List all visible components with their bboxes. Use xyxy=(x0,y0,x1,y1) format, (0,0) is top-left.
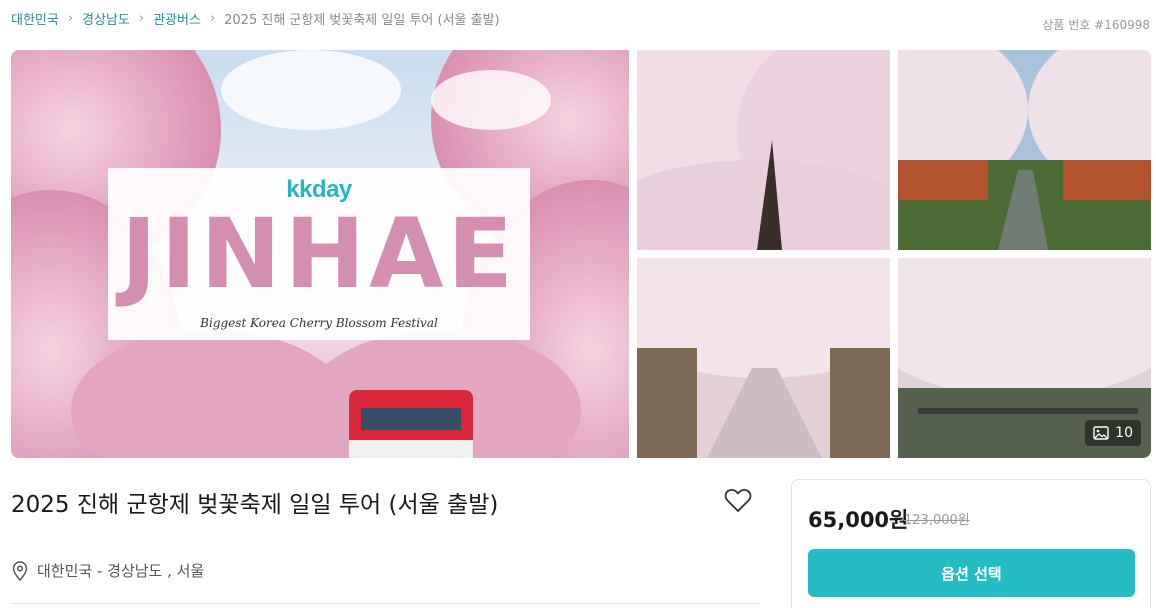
select-option-button[interactable]: 옵션 선택 xyxy=(808,549,1135,597)
divider xyxy=(11,603,761,604)
main-photo[interactable]: kkday JINHAE Biggest Korea Cherry Blosso… xyxy=(11,50,629,458)
original-price: 123,000원 xyxy=(904,513,970,528)
gallery-thumbnail[interactable]: 10 xyxy=(898,258,1151,458)
image-icon xyxy=(1093,426,1109,440)
gallery-thumbnail[interactable] xyxy=(898,50,1151,250)
location-label: 대한민국 - 경상남도 , 서울 xyxy=(37,562,205,580)
promo-card: kkday JINHAE Biggest Korea Cherry Blosso… xyxy=(108,168,530,340)
breadcrumb-korea[interactable]: 대한민국 xyxy=(11,9,59,28)
sale-price: 65,000원 xyxy=(808,508,909,532)
promo-headline: JINHAE xyxy=(121,198,517,310)
photo-count-label: 10 xyxy=(1115,425,1133,441)
price-panel: 65,000원 123,000원 옵션 선택 xyxy=(791,479,1151,608)
blossom-path-image xyxy=(637,258,890,458)
blossom-canopy-image xyxy=(637,50,890,250)
photo-count-badge[interactable]: 10 xyxy=(1085,420,1141,446)
gallery-thumbnail[interactable] xyxy=(637,258,890,458)
product-number: 상품 번호 #160998 xyxy=(1042,18,1150,32)
stream-blossom-image xyxy=(898,50,1151,250)
product-location: 대한민국 - 경상남도 , 서울 xyxy=(11,560,204,581)
chevron-right-icon: › xyxy=(209,10,216,26)
chevron-right-icon: › xyxy=(138,10,145,26)
product-title: 2025 진해 군항제 벚꽃축제 일일 투어 (서울 출발) xyxy=(11,492,499,518)
breadcrumb: 대한민국 › 경상남도 › 관광버스 › 2025 진해 군항제 벚꽃축제 일일… xyxy=(11,9,500,28)
heart-icon[interactable] xyxy=(724,487,752,513)
breadcrumb-tour-bus[interactable]: 관광버스 xyxy=(153,9,201,28)
gallery-thumbnail[interactable] xyxy=(637,50,890,250)
promo-tagline: Biggest Korea Cherry Blossom Festival xyxy=(200,316,438,330)
photo-gallery: kkday JINHAE Biggest Korea Cherry Blosso… xyxy=(11,50,1151,458)
breadcrumb-current: 2025 진해 군항제 벚꽃축제 일일 투어 (서울 출발) xyxy=(224,12,500,28)
chevron-right-icon: › xyxy=(67,10,74,26)
breadcrumb-gyeongnam[interactable]: 경상남도 xyxy=(82,9,130,28)
location-pin-icon xyxy=(12,560,28,581)
